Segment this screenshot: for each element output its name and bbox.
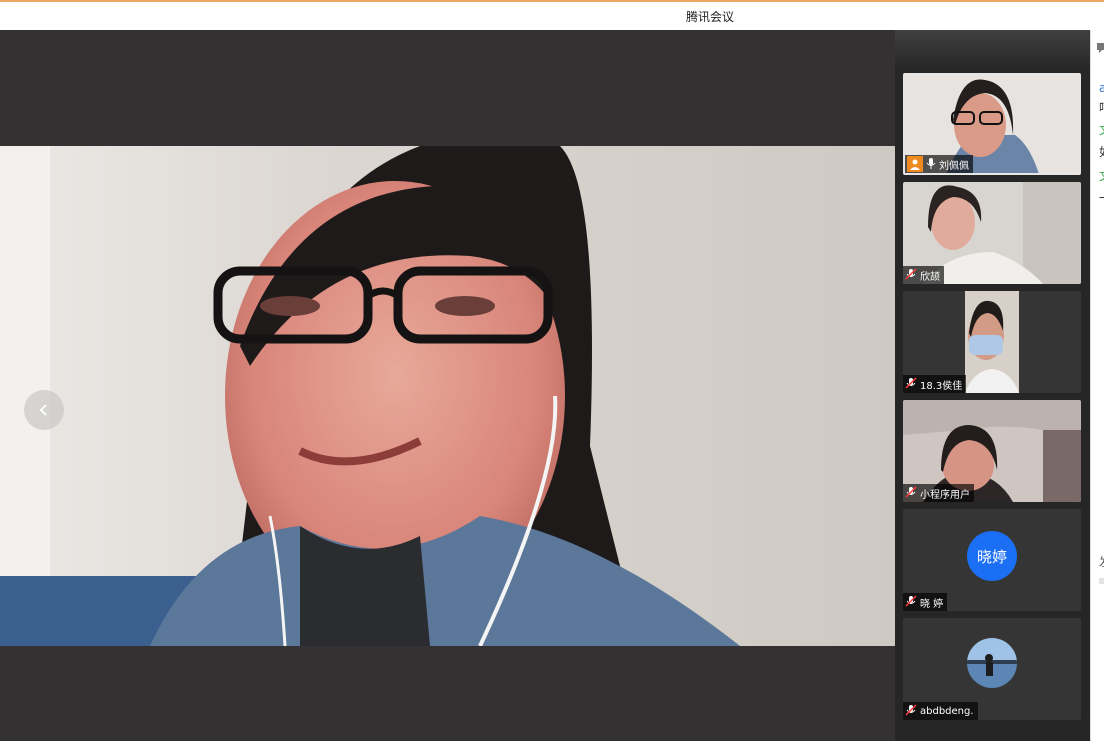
participant-tile[interactable]: 晓婷 晓 婷 <box>903 509 1081 611</box>
main-video <box>0 146 895 646</box>
chevron-left-icon <box>39 404 47 416</box>
mic-muted-icon <box>905 376 917 392</box>
participant-tile[interactable]: abdbdeng. <box>903 618 1081 720</box>
main-stage <box>0 30 895 741</box>
chat-line: 呵 <box>1099 102 1104 114</box>
participant-sidebar: 刘佩佩 欣颉 18.3侯佳 小程序用户 晓婷 晓 婷 abdbdeng. <box>895 30 1090 741</box>
chat-line: 一 <box>1099 192 1104 204</box>
participant-name-tag: 晓 婷 <box>903 593 948 611</box>
participant-tile[interactable]: 18.3侯佳 <box>903 291 1081 393</box>
avatar: 晓婷 <box>967 531 1017 581</box>
participant-tile[interactable]: 小程序用户 <box>903 400 1081 502</box>
participant-name: 欣颉 <box>920 271 940 283</box>
participant-name-tag: 小程序用户 <box>903 484 974 502</box>
title-bar: 腾讯会议 <box>0 2 1104 30</box>
mic-muted-icon <box>905 703 917 719</box>
mic-on-icon <box>926 157 936 172</box>
chat-icon[interactable] <box>1097 38 1104 57</box>
avatar <box>967 638 1017 688</box>
host-icon <box>907 156 923 172</box>
chat-input[interactable] <box>1099 578 1104 584</box>
mic-muted-icon <box>905 594 917 610</box>
participant-tile[interactable]: 欣颉 <box>903 182 1081 284</box>
participant-name: abdbdeng. <box>920 705 974 717</box>
chat-send-label[interactable]: 发 <box>1099 556 1104 568</box>
chat-panel: a 呵 文 如 文 一 发 <box>1090 30 1104 741</box>
participant-name: 晓 婷 <box>920 598 944 610</box>
speaker-video-frame <box>0 146 895 646</box>
participant-tile[interactable]: 刘佩佩 <box>903 73 1081 175</box>
participant-name-tag: abdbdeng. <box>903 702 978 720</box>
chat-line: 文 <box>1099 124 1104 136</box>
participant-name-tag: 刘佩佩 <box>905 155 973 173</box>
window-title: 腾讯会议 <box>685 10 734 24</box>
mic-muted-icon <box>905 267 917 283</box>
participant-name-tag: 欣颉 <box>903 266 944 284</box>
mic-muted-icon <box>905 485 917 501</box>
previous-page-button[interactable] <box>24 390 64 430</box>
chat-line: 如 <box>1099 146 1104 158</box>
chat-line: 文 <box>1099 170 1104 182</box>
participant-name: 小程序用户 <box>920 489 970 501</box>
sidebar-header <box>895 30 1090 70</box>
participant-name: 18.3侯佳 <box>920 380 963 392</box>
participant-name-tag: 18.3侯佳 <box>903 375 967 393</box>
participant-name: 刘佩佩 <box>939 160 969 172</box>
chat-line: a <box>1099 82 1104 94</box>
